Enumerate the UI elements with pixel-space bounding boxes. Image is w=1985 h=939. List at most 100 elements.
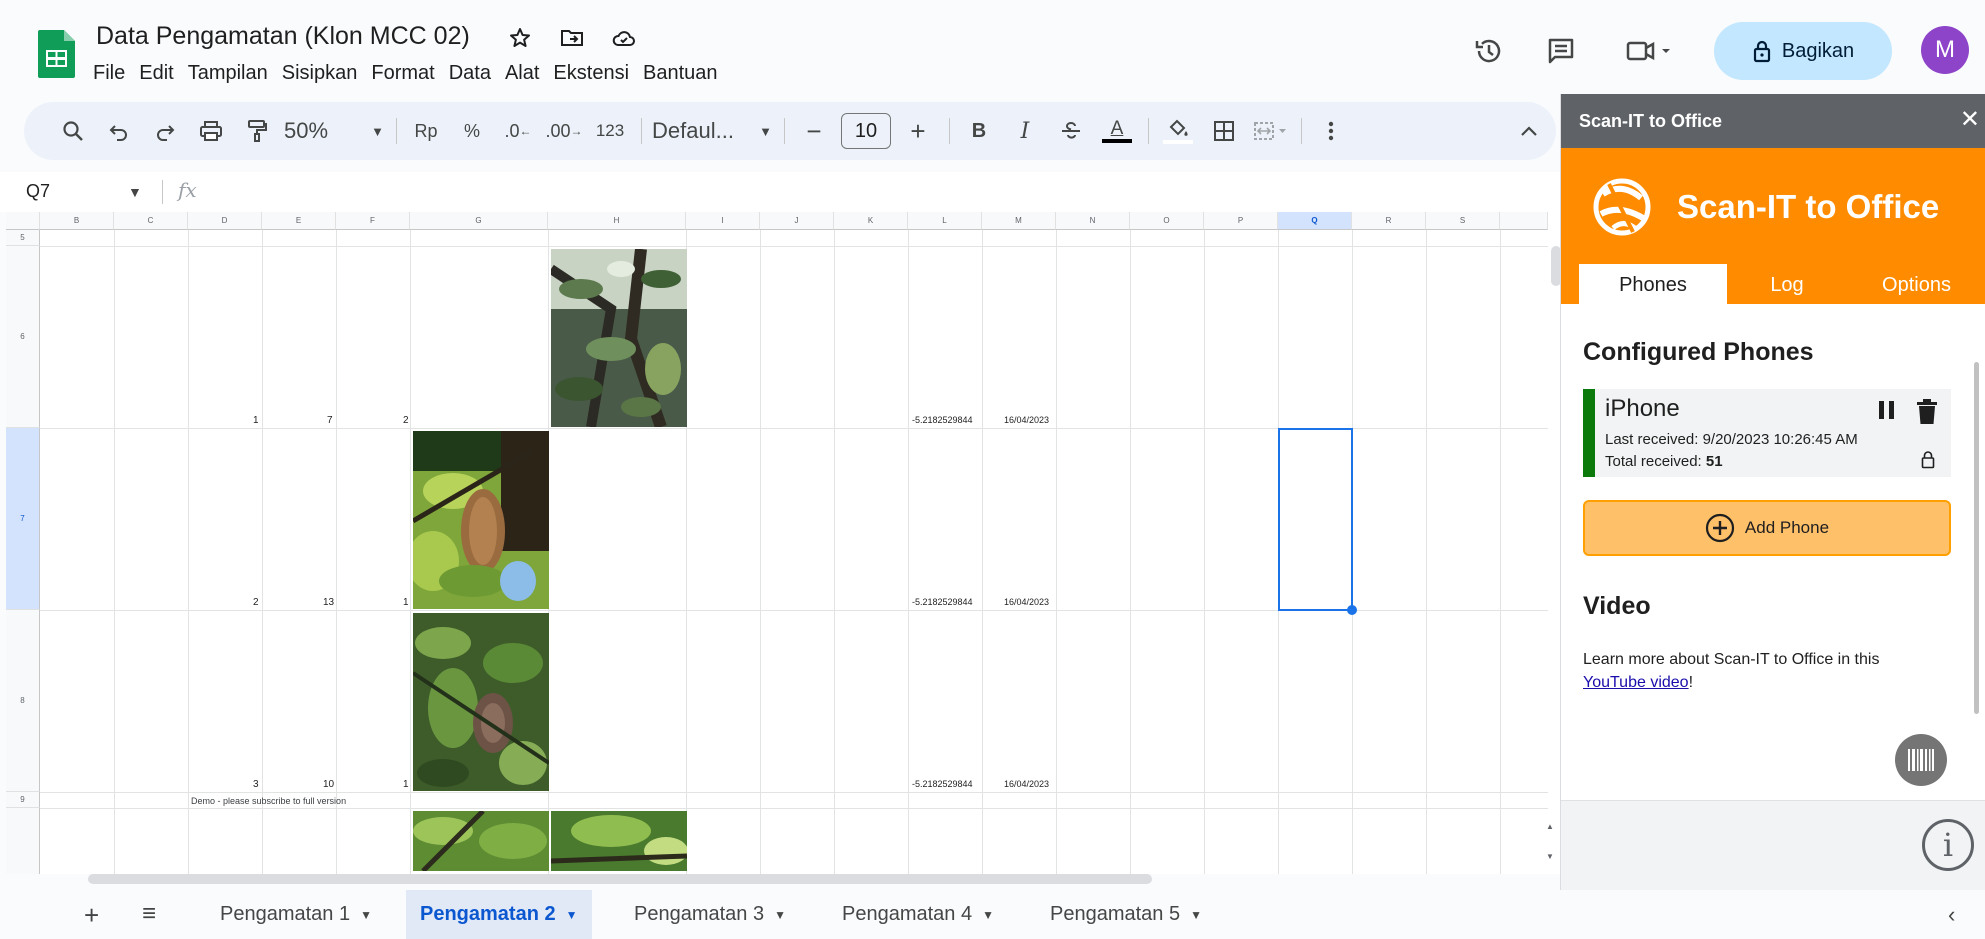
select-all-corner[interactable] [6,212,40,230]
cell-f8[interactable]: 1 [403,779,409,790]
cell-d8[interactable]: 3 [253,779,259,790]
cacao-canopy-photo[interactable] [551,811,687,871]
search-menu-icon[interactable] [54,113,92,149]
cell-f6[interactable]: 2 [403,415,409,426]
strikethrough-icon[interactable] [1052,113,1090,149]
increase-decimal-button[interactable]: .00 → [545,113,583,149]
sheet-tab-4[interactable]: Pengamatan 4 ▼ [828,890,1008,939]
document-title[interactable]: Data Pengamatan (Klon MCC 02) [96,22,470,51]
sheet-tab-5[interactable]: Pengamatan 5 ▼ [1036,890,1216,939]
fill-handle[interactable] [1347,605,1357,615]
sheet-tab-2[interactable]: Pengamatan 2 ▼ [406,890,592,939]
column-header[interactable]: D [188,212,262,230]
spreadsheet-grid[interactable]: B C D E F G H I J K L M N O P Q R S 5 6 … [6,212,1560,874]
menu-file[interactable]: File [88,60,130,87]
column-header[interactable]: M [982,212,1056,230]
tab-phones[interactable]: Phones [1579,264,1727,306]
collapse-toolbar-icon[interactable] [1510,113,1548,149]
star-icon[interactable] [506,24,534,52]
menu-data[interactable]: Data [444,60,496,87]
vertical-scrollbar[interactable] [1548,230,1560,810]
column-header[interactable]: J [760,212,834,230]
sheets-logo-icon[interactable] [38,30,75,78]
comments-icon[interactable] [1544,34,1578,68]
italic-button[interactable]: I [1006,113,1044,149]
row-header[interactable]: 5 [6,230,40,246]
cell-l6[interactable]: -5.2182529844 [912,415,973,425]
cell-m7[interactable]: 16/04/2023 [1004,597,1049,607]
cell-e6[interactable]: 7 [327,415,333,426]
cacao-leaves-photo[interactable] [413,811,549,871]
print-icon[interactable] [192,113,230,149]
cell-e8[interactable]: 10 [323,779,334,790]
percent-format-button[interactable]: % [453,113,491,149]
column-header[interactable]: S [1426,212,1500,230]
menu-format[interactable]: Format [366,60,439,87]
cell-m6[interactable]: 16/04/2023 [1004,415,1049,425]
merge-cells-icon[interactable] [1251,113,1289,149]
horizontal-scrollbar-thumb[interactable] [88,874,1152,884]
vertical-scrollbar-thumb[interactable] [1551,246,1560,286]
column-header[interactable]: F [336,212,410,230]
trash-icon[interactable] [1915,399,1939,431]
share-button[interactable]: Bagikan [1714,22,1892,80]
cell-m8[interactable]: 16/04/2023 [1004,779,1049,789]
column-header[interactable]: N [1056,212,1130,230]
cell-l8[interactable]: -5.2182529844 [912,779,973,789]
sheet-tab-3[interactable]: Pengamatan 3 ▼ [620,890,800,939]
number-format-button[interactable]: 123 [591,113,629,149]
redo-icon[interactable] [146,113,184,149]
youtube-video-link[interactable]: YouTube video [1583,674,1689,691]
column-header-selected[interactable]: Q [1278,212,1352,230]
menu-tools[interactable]: Alat [500,60,544,87]
cell-d6[interactable]: 1 [253,415,259,426]
cacao-pod-disease-photo[interactable] [413,613,549,791]
sheet-tab-1[interactable]: Pengamatan 1 ▼ [206,890,386,939]
meet-icon[interactable] [1620,34,1680,68]
row-header[interactable]: 9 [6,792,40,808]
zoom-select[interactable]: 50% ▼ [284,113,384,149]
cell-f7[interactable]: 1 [403,597,409,608]
cloud-saved-icon[interactable] [610,24,638,52]
panel-scrollbar[interactable] [1969,348,1981,800]
row-header[interactable]: 8 [6,610,40,792]
barcode-scan-button[interactable] [1895,734,1947,786]
tab-log[interactable]: Log [1727,264,1847,306]
decrease-font-size-icon[interactable]: − [795,113,833,149]
menu-insert[interactable]: Sisipkan [277,60,363,87]
pause-icon[interactable] [1877,399,1897,427]
undo-icon[interactable] [100,113,138,149]
cell-l7[interactable]: -5.2182529844 [912,597,973,607]
scroll-up-icon[interactable]: ▲ [1546,822,1554,831]
cacao-tree-photo[interactable] [551,249,687,427]
column-header[interactable]: L [908,212,982,230]
menu-view[interactable]: Tampilan [183,60,273,87]
row-header-selected[interactable]: 7 [6,428,40,610]
fill-color-icon[interactable] [1159,113,1197,149]
avatar[interactable]: M [1921,26,1969,74]
font-size-input[interactable]: 10 [841,113,891,149]
tab-options[interactable]: Options [1847,264,1985,306]
add-phone-button[interactable]: Add Phone [1583,500,1951,556]
name-box[interactable]: Q7 [26,181,50,202]
cell-d7[interactable]: 2 [253,597,259,608]
bold-button[interactable]: B [960,113,998,149]
more-vert-icon[interactable] [1312,113,1350,149]
menu-help[interactable]: Bantuan [638,60,723,87]
borders-icon[interactable] [1205,113,1243,149]
version-history-icon[interactable] [1472,34,1506,68]
lock-open-icon[interactable] [1921,449,1935,475]
selected-cell-q7[interactable] [1278,428,1353,611]
menu-extensions[interactable]: Ekstensi [548,60,634,87]
cacao-pod-photo[interactable] [413,431,549,609]
close-icon[interactable]: ✕ [1960,108,1980,132]
column-header[interactable]: G [410,212,548,230]
row-header[interactable] [6,808,40,874]
column-header[interactable]: R [1352,212,1426,230]
menu-edit[interactable]: Edit [134,60,178,87]
demo-note[interactable]: Demo - please subscribe to full version [191,796,346,806]
scroll-down-icon[interactable]: ▼ [1546,852,1554,861]
column-header[interactable]: I [686,212,760,230]
decrease-decimal-button[interactable]: .0 ← [499,113,537,149]
column-header[interactable] [1500,212,1548,230]
